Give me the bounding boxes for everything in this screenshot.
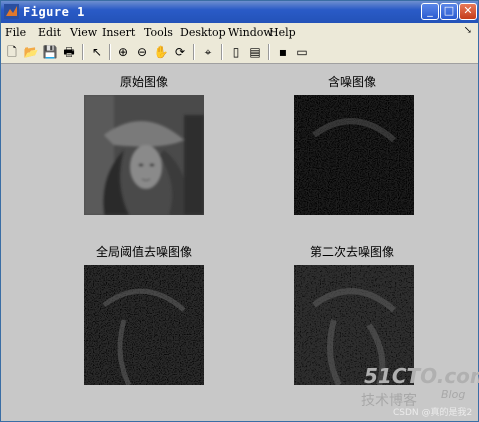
show-plot-tools-icon[interactable]: ▭ — [294, 44, 310, 60]
zoom-out-icon[interactable]: ⊖ — [134, 44, 150, 60]
menu-edit[interactable]: Edit — [38, 26, 61, 39]
menu-window[interactable]: Window — [228, 26, 273, 39]
toolbar-separator — [193, 44, 195, 60]
window-title: Figure 1 — [23, 5, 85, 19]
open-icon[interactable]: 📂 — [23, 44, 39, 60]
figure-canvas: 原始图像 含噪图像 全局阈值去噪图像 第二次去噪图像 51CTO.com 技术博… — [1, 64, 479, 421]
pan-icon[interactable]: ✋ — [153, 44, 169, 60]
title-bar[interactable]: Figure 1 _ □ ✕ — [1, 1, 478, 23]
zoom-in-icon[interactable]: ⊕ — [115, 44, 131, 60]
toolbar: 🗋 📂 💾 🖶 ↖ ⊕ ⊖ ✋ ⟳ ⌖ ▯ ▤ ▪ ▭ — [1, 41, 478, 64]
toolbar-separator — [268, 44, 270, 60]
menu-bar: File Edit View Insert Tools Desktop Wind… — [1, 23, 478, 41]
axes-title-global: 全局阈值去噪图像 — [95, 245, 192, 259]
matlab-icon — [4, 4, 19, 19]
close-button[interactable]: ✕ — [459, 3, 477, 20]
pointer-icon[interactable]: ↖ — [89, 44, 105, 60]
axes-title-noisy: 含噪图像 — [327, 75, 376, 89]
legend-icon[interactable]: ▤ — [247, 44, 263, 60]
toolbar-separator — [221, 44, 223, 60]
menu-file[interactable]: File — [5, 26, 26, 39]
axes-title-second: 第二次去噪图像 — [309, 245, 394, 259]
axes-title-original: 原始图像 — [119, 75, 168, 89]
save-icon[interactable]: 💾 — [42, 44, 58, 60]
figure-window: Figure 1 _ □ ✕ File Edit View Insert Too… — [0, 0, 479, 422]
menu-tools[interactable]: Tools — [144, 26, 173, 39]
original-image-content — [84, 95, 204, 215]
menu-view[interactable]: View — [70, 26, 97, 39]
global-image-content — [84, 265, 204, 385]
new-figure-icon[interactable]: 🗋 — [4, 44, 20, 60]
global-denoised-image[interactable] — [84, 265, 204, 385]
toolbar-separator — [109, 44, 111, 60]
rotate-icon[interactable]: ⟳ — [172, 44, 188, 60]
hide-plot-tools-icon[interactable]: ▪ — [275, 44, 291, 60]
menu-desktop[interactable]: Desktop — [180, 26, 226, 39]
menu-help[interactable]: Help — [269, 26, 296, 39]
noisy-image[interactable] — [294, 95, 414, 215]
data-cursor-icon[interactable]: ⌖ — [200, 44, 216, 60]
dock-arrow-icon[interactable]: ↘ — [464, 25, 472, 36]
toolbar-separator — [82, 44, 84, 60]
print-icon[interactable]: 🖶 — [61, 44, 77, 60]
watermark-credit: CSDN @真的是我2 — [393, 408, 473, 418]
original-image[interactable] — [84, 95, 204, 215]
maximize-button[interactable]: □ — [440, 3, 458, 20]
watermark-brand: 51CTO.com — [364, 364, 479, 388]
menu-insert[interactable]: Insert — [102, 26, 135, 39]
colorbar-icon[interactable]: ▯ — [228, 44, 244, 60]
noisy-image-content — [294, 95, 414, 215]
minimize-button[interactable]: _ — [421, 3, 439, 20]
watermark-blog: Blog — [441, 388, 466, 401]
